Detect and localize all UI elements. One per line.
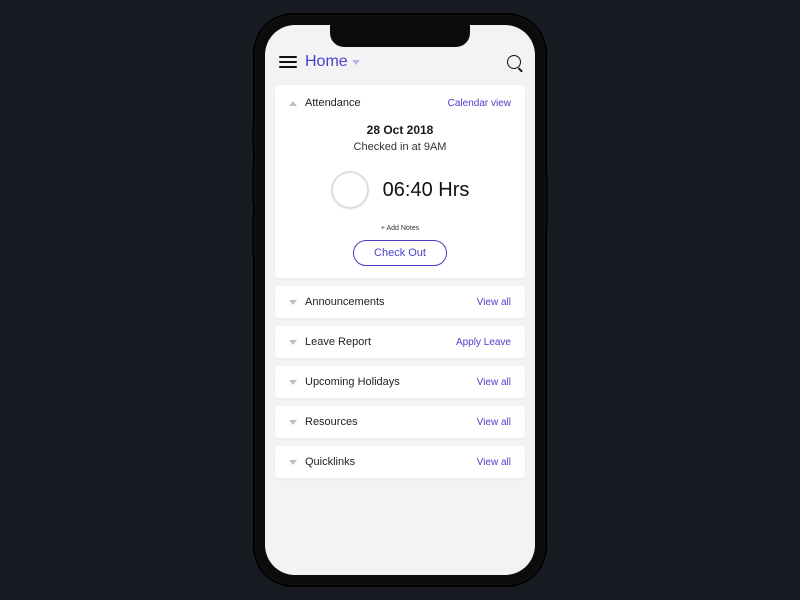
calendar-view-link[interactable]: Calendar view	[448, 98, 511, 109]
announcements-label: Announcements	[305, 296, 385, 308]
chevron-down-icon	[289, 460, 297, 465]
page-title-text: Home	[305, 53, 348, 71]
upcoming-holidays-row[interactable]: Upcoming Holidays View all	[275, 366, 525, 398]
announcements-action[interactable]: View all	[477, 297, 511, 308]
page-title[interactable]: Home	[305, 53, 360, 71]
holidays-action[interactable]: View all	[477, 377, 511, 388]
progress-ring	[331, 171, 369, 209]
quicklinks-action[interactable]: View all	[477, 457, 511, 468]
upcoming-holidays-label: Upcoming Holidays	[305, 376, 400, 388]
quicklinks-label: Quicklinks	[305, 456, 355, 468]
phone-frame: Home Attendance Calendar view 28 Oct 201…	[255, 15, 545, 585]
check-out-button[interactable]: Check Out	[353, 240, 447, 266]
timer-row: 06:40 Hrs	[289, 171, 511, 209]
attendance-card: Attendance Calendar view 28 Oct 2018 Che…	[275, 85, 525, 278]
leave-report-label: Leave Report	[305, 336, 371, 348]
notch	[330, 25, 470, 47]
attendance-label: Attendance	[305, 97, 361, 109]
chevron-down-icon	[289, 420, 297, 425]
chevron-down-icon	[289, 380, 297, 385]
attendance-status: Checked in at 9AM	[289, 141, 511, 153]
announcements-row[interactable]: Announcements View all	[275, 286, 525, 318]
quicklinks-row[interactable]: Quicklinks View all	[275, 446, 525, 478]
resources-row[interactable]: Resources View all	[275, 406, 525, 438]
add-notes-link[interactable]: + Add Notes	[289, 225, 511, 232]
side-button	[545, 175, 548, 230]
attendance-header: Attendance Calendar view	[289, 97, 511, 109]
search-icon[interactable]	[507, 55, 521, 69]
chevron-down-icon	[289, 340, 297, 345]
chevron-up-icon[interactable]	[289, 101, 297, 106]
leave-report-row[interactable]: Leave Report Apply Leave	[275, 326, 525, 358]
side-button	[252, 125, 255, 147]
chevron-down-icon	[289, 300, 297, 305]
elapsed-time: 06:40 Hrs	[383, 179, 470, 202]
content: Attendance Calendar view 28 Oct 2018 Che…	[265, 79, 535, 496]
menu-icon[interactable]	[279, 56, 297, 68]
attendance-date: 28 Oct 2018	[289, 123, 511, 137]
resources-action[interactable]: View all	[477, 417, 511, 428]
resources-label: Resources	[305, 416, 358, 428]
apply-leave-action[interactable]: Apply Leave	[456, 337, 511, 348]
screen: Home Attendance Calendar view 28 Oct 201…	[265, 25, 535, 575]
chevron-down-icon	[352, 60, 360, 65]
side-button	[252, 165, 255, 205]
side-button	[252, 215, 255, 255]
